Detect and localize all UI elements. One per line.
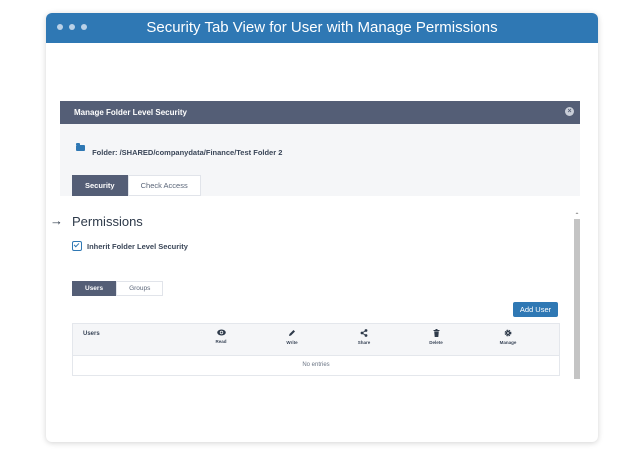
- add-user-button[interactable]: Add User: [513, 302, 558, 317]
- table-empty-message: No entries: [302, 362, 330, 368]
- app-window: Security Tab View for User with Manage P…: [46, 13, 598, 442]
- eye-icon: [216, 329, 226, 336]
- inherit-security-row[interactable]: Inherit Folder Level Security: [72, 241, 188, 251]
- dialog-title: Manage Folder Level Security: [74, 108, 187, 117]
- column-manage: Manage: [488, 329, 528, 345]
- folder-path-label: Folder: /SHARED/companydata/Finance/Test…: [92, 148, 283, 157]
- column-label-write: Write: [286, 340, 298, 345]
- folder-icon: [76, 143, 85, 151]
- dialog-tabs: Security Check Access: [72, 175, 201, 196]
- pointer-arrow: →: [50, 213, 63, 228]
- scrollbar[interactable]: [574, 210, 580, 384]
- inherit-security-checkbox[interactable]: [72, 241, 82, 251]
- permissions-subtabs: Users Groups: [72, 281, 164, 296]
- column-share: Share: [344, 329, 384, 345]
- scroll-up-arrow-icon[interactable]: [574, 210, 580, 216]
- tab-security[interactable]: Security: [72, 175, 128, 196]
- close-icon[interactable]: ×: [565, 107, 574, 116]
- title-bar: Security Tab View for User with Manage P…: [46, 13, 598, 43]
- table-header: Users Read Write Share Delete Manage: [73, 324, 559, 356]
- inherit-security-label: Inherit Folder Level Security: [87, 241, 188, 251]
- permissions-title: Permissions: [72, 214, 143, 229]
- scrollbar-thumb[interactable]: [574, 219, 580, 379]
- column-label-delete: Delete: [429, 340, 443, 345]
- pencil-icon: [289, 330, 295, 336]
- column-label-read: Read: [215, 339, 227, 344]
- tab-users[interactable]: Users: [72, 281, 117, 296]
- folder-path: Folder: /SHARED/companydata/Finance/Test…: [76, 143, 283, 157]
- column-label-share: Share: [357, 340, 371, 345]
- share-icon: [360, 329, 368, 337]
- permissions-table: Users Read Write Share Delete Manage No …: [72, 323, 560, 376]
- column-header-users: Users: [83, 331, 100, 337]
- column-delete: Delete: [416, 329, 456, 345]
- tab-check-access[interactable]: Check Access: [127, 175, 201, 196]
- column-read: Read: [201, 329, 241, 344]
- gear-icon: [504, 329, 512, 337]
- column-write: Write: [272, 329, 312, 345]
- window-title: Security Tab View for User with Manage P…: [146, 19, 498, 36]
- column-label-manage: Manage: [499, 340, 517, 345]
- dialog-header: Manage Folder Level Security ×: [60, 101, 580, 124]
- trash-icon: [433, 329, 439, 337]
- dialog-top-panel: Folder: /SHARED/companydata/Finance/Test…: [60, 124, 580, 196]
- tab-groups[interactable]: Groups: [116, 281, 164, 296]
